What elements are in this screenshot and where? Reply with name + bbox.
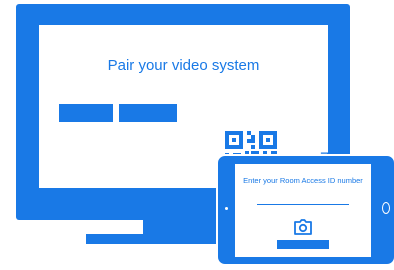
camera-icon bbox=[294, 219, 312, 235]
tablet-screen: Enter your Room Access ID number bbox=[235, 164, 371, 257]
tablet-submit-bar bbox=[277, 240, 329, 249]
pair-title: Pair your video system bbox=[107, 57, 260, 74]
placeholder-button-right bbox=[119, 104, 177, 122]
room-access-prompt: Enter your Room Access ID number bbox=[243, 176, 363, 185]
id-input-underline bbox=[257, 204, 349, 205]
tablet-camera-dot bbox=[225, 207, 228, 210]
placeholder-button-left bbox=[59, 104, 113, 122]
tablet-home-button bbox=[382, 202, 390, 214]
tablet-illustration: Enter your Room Access ID number bbox=[216, 154, 394, 266]
